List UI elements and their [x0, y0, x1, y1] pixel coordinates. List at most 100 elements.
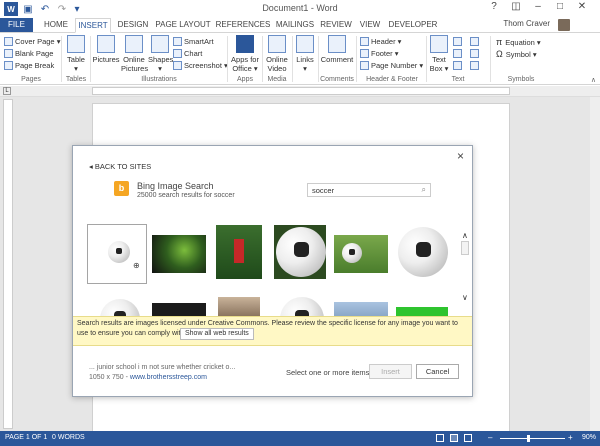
blank-page-button[interactable]: Blank Page [4, 49, 53, 58]
blank-page-label: Blank Page [15, 49, 54, 58]
wordart-button[interactable] [453, 49, 464, 58]
insert-button[interactable]: Insert [369, 364, 412, 379]
search-input[interactable]: soccer ⌕ [307, 183, 431, 197]
zoom-in-icon[interactable]: + [568, 433, 573, 442]
status-bar: PAGE 1 OF 1 0 WORDS – + 90% [0, 431, 600, 446]
text-box-button[interactable]: Text Box ▾ [428, 35, 450, 73]
tab-insert[interactable]: INSERT [75, 18, 111, 33]
online-video-button[interactable]: Online Video [264, 35, 290, 73]
equation-label: Equation ▾ [505, 37, 541, 47]
page-break-button[interactable]: Page Break [4, 61, 54, 70]
show-all-web-results-button[interactable]: Show all web results [180, 328, 254, 340]
vertical-ruler[interactable] [3, 99, 13, 429]
page-number-button[interactable]: Page Number ▾ [360, 61, 423, 70]
date-time-button[interactable] [470, 49, 481, 58]
player-figure [234, 239, 244, 263]
object-button[interactable] [470, 61, 481, 70]
footer-button[interactable]: Footer ▾ [360, 49, 399, 58]
result-image-2[interactable] [151, 234, 207, 274]
result-image-6[interactable] [395, 224, 449, 280]
shapes-icon [151, 35, 169, 53]
signature-line-button[interactable] [470, 37, 481, 46]
zoom-level[interactable]: 90% [582, 434, 596, 441]
avatar[interactable] [558, 19, 570, 31]
help-icon[interactable]: ? [484, 1, 504, 15]
selected-image-info: 1050 x 750 - www.brothersstreep.com [89, 374, 207, 381]
maximize-button[interactable]: □ [550, 1, 570, 15]
soccer-ball-image [108, 241, 130, 263]
chart-button[interactable]: Chart [173, 49, 202, 58]
links-icon [296, 35, 314, 53]
apps-for-office-button[interactable]: Apps for Office ▾ [230, 35, 260, 73]
tab-references[interactable]: REFERENCES [214, 18, 272, 33]
cover-page-button[interactable]: Cover Page ▾ [4, 37, 60, 46]
page-count[interactable]: PAGE 1 OF 1 [5, 434, 47, 441]
tab-file[interactable]: FILE [0, 18, 33, 33]
pictures-icon [97, 35, 115, 53]
word-count[interactable]: 0 WORDS [52, 434, 85, 441]
group-label-media: Media [267, 76, 287, 83]
tab-page-layout[interactable]: PAGE LAYOUT [155, 18, 211, 33]
chevron-up-icon[interactable]: ∧ [462, 231, 468, 240]
shapes-label: Shapes [148, 55, 174, 64]
read-mode-icon[interactable] [436, 434, 444, 442]
shapes-button[interactable]: Shapes ▾ [148, 35, 174, 73]
zoom-out-icon[interactable]: – [488, 433, 492, 442]
zoom-slider-knob[interactable] [527, 435, 530, 442]
pi-icon: π [496, 37, 503, 47]
result-image-1[interactable]: ⊕ [87, 224, 147, 284]
header-button[interactable]: Header ▾ [360, 37, 401, 46]
vertical-scrollbar[interactable] [590, 97, 600, 431]
screenshot-button[interactable]: Screenshot ▾ [173, 61, 228, 70]
quick-parts-button[interactable] [453, 37, 464, 46]
close-icon[interactable]: × [457, 149, 464, 163]
tab-review[interactable]: REVIEW [318, 18, 354, 33]
drop-cap-button[interactable] [453, 61, 464, 70]
group-label-text: Text [451, 76, 465, 83]
zoom-icon[interactable]: ⊕ [133, 261, 140, 270]
user-name[interactable]: Thom Craver [503, 19, 550, 28]
divider [262, 36, 263, 82]
online-pictures-label: Online [123, 55, 145, 64]
smartart-button[interactable]: SmartArt [173, 37, 214, 46]
apps-label2: Office ▾ [232, 64, 258, 73]
ribbon-display-icon[interactable]: ◫ [506, 1, 526, 15]
group-label-header-footer: Header & Footer [366, 76, 418, 83]
print-layout-icon[interactable] [450, 434, 458, 442]
group-label-pages: Pages [21, 76, 41, 83]
group-label-comments: Comments [320, 76, 354, 83]
minimize-button[interactable]: – [528, 1, 548, 15]
result-image-5[interactable] [333, 234, 389, 274]
comment-button[interactable]: Comment [320, 35, 354, 64]
close-button[interactable]: ✕ [572, 1, 592, 15]
result-image-4[interactable] [273, 224, 327, 280]
result-image-3[interactable] [215, 224, 263, 280]
back-to-sites-link[interactable]: ◂ BACK TO SITES [89, 162, 151, 171]
online-pictures-button[interactable]: Online Pictures [121, 35, 148, 73]
links-button[interactable]: Links ▾ [294, 35, 316, 73]
tab-developer[interactable]: DEVELOPER [388, 18, 438, 33]
tab-home[interactable]: HOME [38, 18, 74, 33]
object-icon [470, 61, 479, 70]
tab-mailings[interactable]: MAILINGS [274, 18, 316, 33]
comment-icon [328, 35, 346, 53]
web-layout-icon[interactable] [464, 434, 472, 442]
collapse-ribbon-icon[interactable]: ∧ [591, 76, 596, 84]
tab-design[interactable]: DESIGN [114, 18, 152, 33]
ruler-row: L [0, 86, 600, 97]
pictures-button[interactable]: Pictures [92, 35, 120, 64]
horizontal-ruler[interactable] [92, 87, 510, 95]
table-button[interactable]: Table ▾ [64, 35, 88, 73]
equation-button[interactable]: π Equation ▾ [496, 37, 541, 47]
symbol-button[interactable]: Ω Symbol ▾ [496, 49, 537, 59]
source-link[interactable]: www.brothersstreep.com [130, 374, 207, 381]
search-icon[interactable]: ⌕ [422, 185, 426, 195]
screenshot-icon [173, 61, 182, 70]
chevron-down-icon[interactable]: ∨ [462, 293, 468, 302]
tab-view[interactable]: VIEW [356, 18, 384, 33]
tab-selector-icon[interactable]: L [3, 87, 11, 95]
result-count: 25000 search results for soccer [137, 192, 235, 199]
zoom-slider[interactable] [500, 438, 565, 439]
cancel-button[interactable]: Cancel [416, 364, 459, 379]
results-scrollbar-thumb[interactable] [461, 241, 469, 255]
